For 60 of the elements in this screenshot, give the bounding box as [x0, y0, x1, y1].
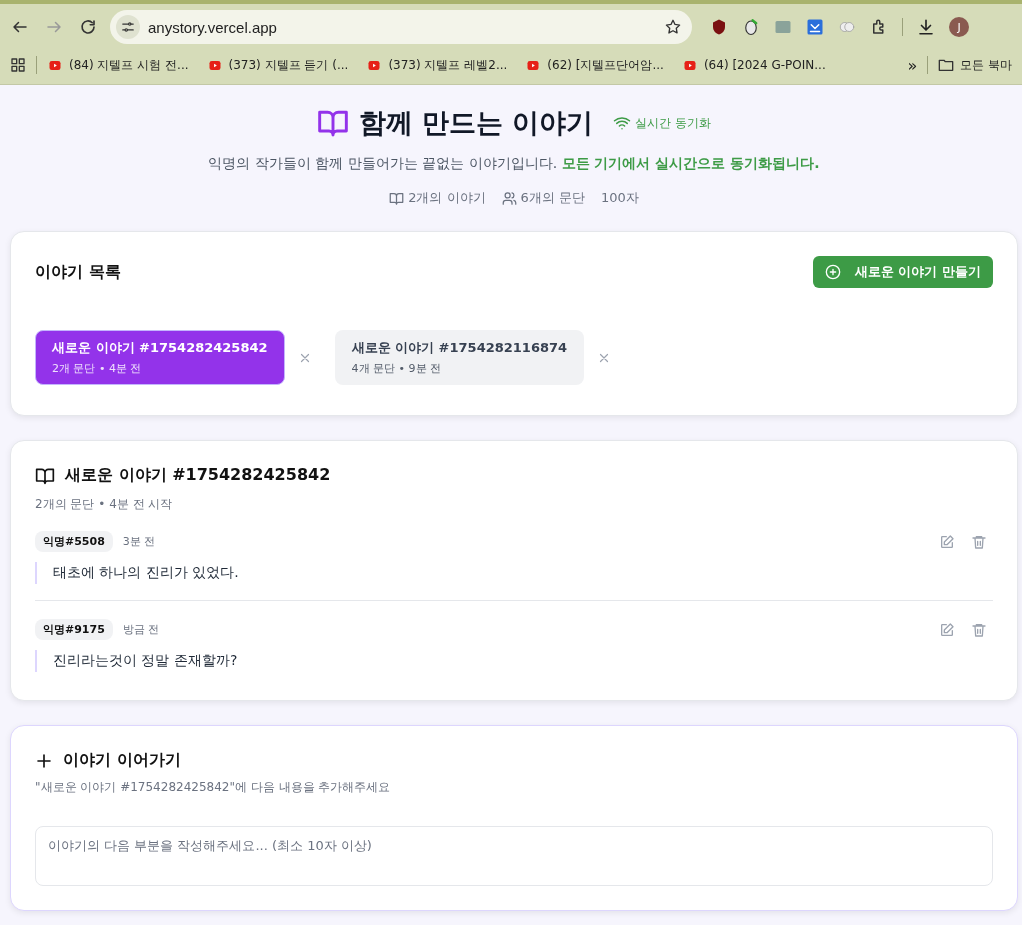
hint-text: "새로운 이야기 #1754282425842"에 다음 내용을 추가해주세요 [35, 779, 392, 796]
section-title: 이야기 이어가기 [63, 750, 181, 771]
timestamp: 방금 전 [122, 622, 160, 637]
paragraph-text: 태초에 하나의 진리가 있었다. [35, 562, 993, 584]
download-box-icon[interactable] [806, 18, 824, 36]
shield-icon[interactable] [710, 18, 728, 36]
bookmark[interactable]: (84) 지텔프 시험 전... [47, 56, 189, 74]
stat-text: 6개의 문단 [520, 189, 585, 207]
reload-icon[interactable] [79, 18, 97, 36]
create-story-button[interactable]: 새로운 이야기 만들기 [812, 256, 993, 288]
edit-icon[interactable] [939, 621, 955, 638]
story-title: 새로운 이야기 #1754282425842 [65, 465, 331, 486]
url-text: anystory.vercel.app [148, 18, 278, 36]
download-icon[interactable] [917, 18, 935, 36]
address-bar[interactable]: anystory.vercel.app [110, 10, 692, 44]
timestamp: 3분 전 [122, 534, 156, 549]
more-bookmarks-button[interactable]: » [907, 55, 918, 75]
star-icon[interactable] [664, 18, 682, 36]
bookmark[interactable]: (62) [지텔프단어암... [525, 56, 664, 74]
book-icon [389, 190, 405, 206]
play-logo-icon [525, 59, 542, 71]
stat-text: 2개의 이야기 [408, 189, 486, 207]
play-logo-icon [366, 59, 383, 71]
site-settings-icon[interactable] [121, 20, 135, 34]
author-badge: 익명#5508 [35, 531, 113, 552]
plus-icon [35, 751, 53, 770]
folder-icon [938, 57, 955, 73]
bookmark-folder[interactable]: 모든 북마 [938, 56, 1012, 74]
plus-circle-icon [824, 264, 841, 280]
close-icon[interactable] [598, 351, 611, 364]
section-title: 이야기 목록 [35, 261, 121, 283]
bookmark[interactable]: (64) [2024 G-POIN... [681, 58, 826, 72]
story-meta: 2개의 문단 • 4분 전 시작 [35, 496, 174, 513]
story-input-field[interactable]: 이야기의 다음 부분을 작성해주세요... (최소 10자 이상) [35, 826, 993, 886]
wifi-icon [613, 114, 632, 132]
author-badge: 익명#9175 [35, 619, 113, 640]
folder-label: 모든 북마 [960, 56, 1012, 74]
mouse-icon[interactable] [742, 18, 760, 36]
play-logo-icon [47, 59, 63, 71]
bookmark-label: (62) [지텔프단어암... [547, 56, 664, 74]
edit-icon[interactable] [939, 533, 955, 550]
users-icon [501, 190, 517, 206]
story-tab[interactable]: 새로운 이야기 #1754282116874 4개 문단 • 9분 전 [334, 330, 585, 385]
stat-text: 100자 [601, 189, 639, 207]
paragraph-text: 진리라는것이 정말 존재할까? [35, 650, 993, 672]
bookmark-label: (373) 지텔프 듣기 (... [228, 56, 349, 74]
bookmark[interactable]: (373) 지텔프 레벨2... [366, 56, 508, 74]
close-icon[interactable] [298, 351, 311, 364]
bookmark[interactable]: (373) 지텔프 듣기 (... [206, 56, 349, 74]
profile-avatar[interactable]: J [949, 17, 969, 37]
sync-status: 실시간 동기화 [635, 114, 712, 132]
trash-icon[interactable] [971, 533, 987, 550]
page-title: 함께 만드는 이야기 [358, 106, 594, 140]
bookmark-label: (64) [2024 G-POIN... [703, 58, 826, 72]
intro-text: 익명의 작가들이 함께 만들어가는 끝없는 이야기입니다. 모든 기기에서 실시간으로 동기화됩니다. [208, 155, 820, 173]
bookmark-label: (84) 지텔프 시험 전... [69, 56, 189, 74]
story-tab[interactable]: 새로운 이야기 #1754282425842 2개 문단 • 4분 전 [35, 330, 285, 385]
apps-grid-icon[interactable] [10, 57, 26, 73]
trash-icon[interactable] [971, 621, 987, 638]
bookmark-label: (373) 지텔프 레벨2... [388, 56, 508, 74]
